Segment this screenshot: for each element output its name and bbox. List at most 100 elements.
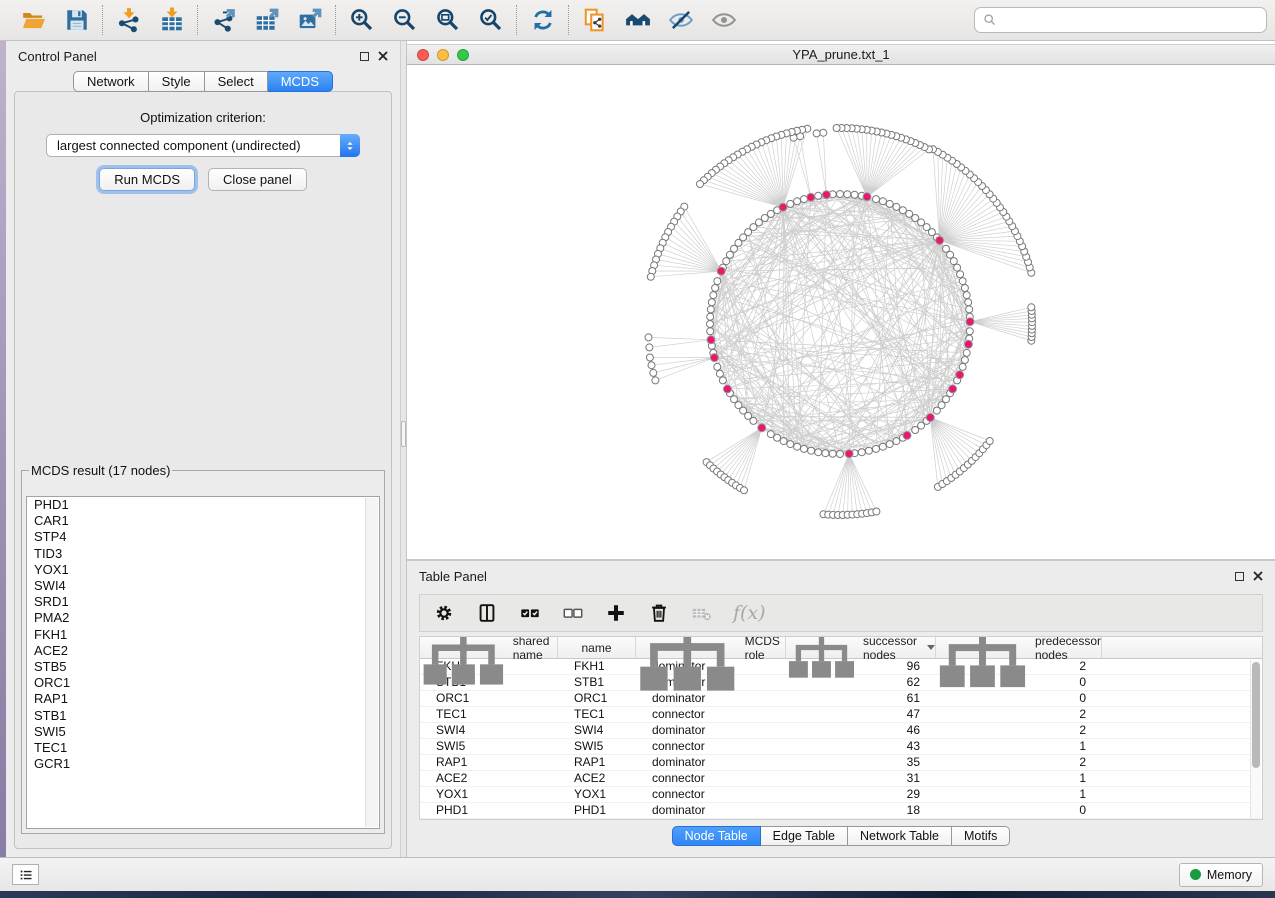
mcds-result-item[interactable]: YOX1 <box>27 562 379 578</box>
network-canvas[interactable] <box>407 65 1275 559</box>
import-table-button[interactable] <box>158 7 185 34</box>
close-panel-icon[interactable] <box>378 51 388 61</box>
mcds-result-item[interactable]: ORC1 <box>27 675 379 691</box>
tab-network[interactable]: Network <box>73 71 149 92</box>
export-image-icon <box>297 7 323 33</box>
delete-column-button[interactable] <box>647 601 671 625</box>
open-file-button[interactable] <box>20 7 47 34</box>
table-cell: ACE2 <box>420 771 558 786</box>
column-header-mcds-role[interactable]: MCDS role <box>636 637 786 658</box>
table-settings-button[interactable] <box>432 601 456 625</box>
run-mcds-button[interactable]: Run MCDS <box>99 168 195 191</box>
table-cell: 43 <box>786 739 936 754</box>
zoom-out-button[interactable] <box>391 7 418 34</box>
search-icon <box>982 12 998 28</box>
export-network-button[interactable] <box>210 7 237 34</box>
zoom-selected-button[interactable] <box>477 7 504 34</box>
mcds-result-item[interactable]: STB5 <box>27 659 379 675</box>
panel-splitter[interactable] <box>400 41 407 857</box>
table-row[interactable]: ACE2ACE2connector311 <box>420 771 1262 787</box>
mcds-list-scrollbar[interactable] <box>365 498 378 827</box>
mcds-tab-pane: Optimization criterion: largest connecte… <box>14 91 392 849</box>
mcds-result-item[interactable]: FKH1 <box>27 627 379 643</box>
export-image-button[interactable] <box>296 7 323 34</box>
select-all-rows-button[interactable] <box>518 601 542 625</box>
mcds-result-item[interactable]: RAP1 <box>27 691 379 707</box>
tab-motifs[interactable]: Motifs <box>952 826 1010 846</box>
search-field <box>974 7 1267 33</box>
sitemap-icon <box>420 636 507 687</box>
column-header-successor-nodes[interactable]: successor nodes <box>786 637 936 658</box>
mcds-result-item[interactable]: SRD1 <box>27 594 379 610</box>
table-row[interactable]: RAP1RAP1dominator352 <box>420 755 1262 771</box>
first-neighbors-button[interactable] <box>624 7 651 34</box>
zoom-fit-icon <box>435 7 461 33</box>
import-network-icon <box>116 7 142 33</box>
tab-mcds[interactable]: MCDS <box>268 71 333 92</box>
column-header-name[interactable]: name <box>558 637 636 658</box>
float-panel-icon[interactable] <box>360 52 369 61</box>
table-cell: ORC1 <box>420 691 558 706</box>
tab-node-table[interactable]: Node Table <box>672 826 761 846</box>
table-row[interactable]: PHD1PHD1dominator180 <box>420 803 1262 819</box>
search-input[interactable] <box>974 7 1267 33</box>
mcds-result-item[interactable]: SWI5 <box>27 724 379 740</box>
close-table-panel-icon[interactable] <box>1253 571 1263 581</box>
show-all-nodes-button[interactable] <box>710 7 737 34</box>
table-row[interactable]: SWI5SWI5connector431 <box>420 739 1262 755</box>
mcds-result-item[interactable]: TID3 <box>27 546 379 562</box>
table-cell: ACE2 <box>558 771 636 786</box>
table-cell: PHD1 <box>420 803 558 818</box>
float-table-panel-icon[interactable] <box>1235 572 1244 581</box>
column-header-shared-name[interactable]: shared name <box>420 637 558 658</box>
table-panel-titlebar: Table Panel <box>407 561 1275 591</box>
mcds-result-item[interactable]: CAR1 <box>27 513 379 529</box>
tab-style[interactable]: Style <box>149 71 205 92</box>
optimization-criterion-select[interactable]: largest connected component (undirected) <box>46 134 360 157</box>
mcds-result-item[interactable]: GCR1 <box>27 756 379 772</box>
delete-column-icon <box>648 602 670 624</box>
column-header-predecessor-nodes[interactable]: predecessor nodes <box>936 637 1102 658</box>
table-scrollbar-thumb[interactable] <box>1252 662 1260 768</box>
table-cell: FKH1 <box>558 659 636 674</box>
column-visibility-button[interactable] <box>475 601 499 625</box>
mcds-result-item[interactable]: ACE2 <box>27 643 379 659</box>
create-column-button[interactable] <box>604 601 628 625</box>
tab-select[interactable]: Select <box>205 71 268 92</box>
tab-edge-table[interactable]: Edge Table <box>761 826 848 846</box>
mcds-result-item[interactable]: STP4 <box>27 529 379 545</box>
table-cell: YOX1 <box>420 787 558 802</box>
splitter-handle-icon[interactable] <box>401 421 406 447</box>
export-table-button[interactable] <box>253 7 280 34</box>
mcds-result-item[interactable]: STB1 <box>27 708 379 724</box>
close-panel-button[interactable]: Close panel <box>208 168 307 191</box>
sitemap-icon <box>786 636 857 680</box>
refresh-view-button[interactable] <box>529 7 556 34</box>
open-file-icon <box>21 7 47 33</box>
zoom-in-button[interactable] <box>348 7 375 34</box>
save-session-button[interactable] <box>63 7 90 34</box>
hide-selected-button[interactable] <box>667 7 694 34</box>
mcds-result-item[interactable]: PHD1 <box>27 497 379 513</box>
column-header-label: successor nodes <box>863 636 917 662</box>
task-history-button[interactable] <box>12 864 39 885</box>
tab-network-table[interactable]: Network Table <box>848 826 952 846</box>
import-network-button[interactable] <box>115 7 142 34</box>
table-row[interactable]: SWI4SWI4dominator462 <box>420 723 1262 739</box>
table-row[interactable]: TEC1TEC1connector472 <box>420 707 1262 723</box>
zoom-fit-button[interactable] <box>434 7 461 34</box>
cytoscape-window: Control Panel NetworkStyleSelectMCDS Opt… <box>0 0 1275 898</box>
table-cell: 1 <box>936 787 1102 802</box>
mcds-result-list[interactable]: PHD1CAR1STP4TID3YOX1SWI4SRD1PMA2FKH1ACE2… <box>26 496 380 829</box>
control-panel-tabs: NetworkStyleSelectMCDS <box>6 71 400 92</box>
deselect-all-rows-button[interactable] <box>561 601 585 625</box>
table-row[interactable]: YOX1YOX1connector291 <box>420 787 1262 803</box>
memory-button[interactable]: Memory <box>1179 863 1263 887</box>
mcds-result-item[interactable]: SWI4 <box>27 578 379 594</box>
mcds-result-item[interactable]: PMA2 <box>27 610 379 626</box>
table-row[interactable]: ORC1ORC1dominator610 <box>420 691 1262 707</box>
mcds-result-item[interactable]: TEC1 <box>27 740 379 756</box>
duplicate-network-button[interactable] <box>581 7 608 34</box>
sort-chevron-icon[interactable] <box>927 645 935 650</box>
table-scrollbar[interactable] <box>1250 660 1261 818</box>
